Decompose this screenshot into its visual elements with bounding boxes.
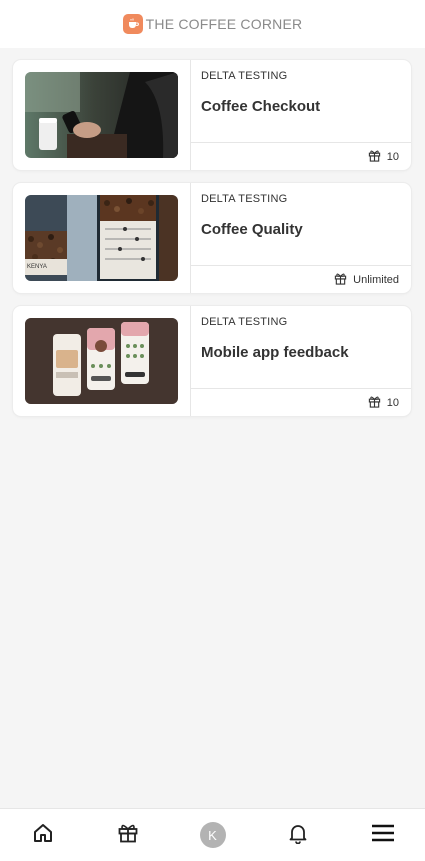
card-divider bbox=[190, 306, 191, 416]
quality-thumbnail: KENYA bbox=[25, 195, 178, 281]
brand-logo[interactable]: THE COFFEE CORNER bbox=[122, 14, 303, 34]
avatar: K bbox=[199, 822, 226, 848]
card-divider bbox=[190, 183, 191, 293]
coffee-cup-icon bbox=[122, 14, 143, 34]
feedback-thumbnail bbox=[25, 318, 178, 404]
reward-badge: Unlimited bbox=[334, 272, 399, 288]
app-header: THE COFFEE CORNER bbox=[0, 0, 425, 48]
gift-icon bbox=[368, 395, 381, 411]
card-tag: DELTA TESTING bbox=[201, 316, 288, 328]
bottom-nav: K bbox=[0, 808, 425, 861]
thumb-text: KENYA bbox=[27, 264, 47, 270]
card-meta: DELTA TESTING Coffee Checkout bbox=[201, 60, 411, 142]
card-tag: DELTA TESTING bbox=[201, 70, 288, 82]
nav-home[interactable] bbox=[23, 815, 63, 855]
gift-icon bbox=[368, 149, 381, 165]
gift-icon bbox=[117, 822, 139, 849]
reward-value: Unlimited bbox=[353, 274, 399, 286]
reward-badge: 10 bbox=[368, 395, 399, 411]
card-title[interactable]: Coffee Quality bbox=[201, 221, 303, 238]
reward-value: 10 bbox=[386, 151, 399, 163]
menu-icon bbox=[371, 822, 395, 849]
card-title[interactable]: Coffee Checkout bbox=[201, 98, 320, 115]
card-divider bbox=[191, 265, 411, 266]
card-meta: DELTA TESTING Coffee Quality bbox=[201, 183, 411, 265]
test-card-coffee-checkout[interactable]: DELTA TESTING Coffee Checkout 10 bbox=[13, 60, 411, 170]
nav-notifications[interactable] bbox=[278, 815, 318, 855]
card-divider bbox=[190, 60, 191, 170]
reward-badge: 10 bbox=[368, 149, 399, 165]
nav-rewards[interactable] bbox=[108, 815, 148, 855]
home-icon bbox=[32, 822, 54, 849]
test-card-coffee-quality[interactable]: KENYA DELTA TESTING Coffee Quality Unlim… bbox=[13, 183, 411, 293]
test-card-mobile-app-feedback[interactable]: DELTA TESTING Mobile app feedback 10 bbox=[13, 306, 411, 416]
card-meta: DELTA TESTING Mobile app feedback bbox=[201, 306, 411, 388]
bell-icon bbox=[287, 822, 309, 849]
test-list: DELTA TESTING Coffee Checkout 10 KENYA D… bbox=[13, 60, 411, 429]
nav-menu[interactable] bbox=[363, 815, 403, 855]
card-divider bbox=[191, 142, 411, 143]
gift-icon bbox=[334, 272, 347, 288]
card-title[interactable]: Mobile app feedback bbox=[201, 344, 349, 361]
card-tag: DELTA TESTING bbox=[201, 193, 288, 205]
brand-name: THE COFFEE CORNER bbox=[145, 16, 303, 32]
card-divider bbox=[191, 388, 411, 389]
checkout-thumbnail bbox=[25, 72, 178, 158]
nav-profile[interactable]: K bbox=[193, 815, 233, 855]
reward-value: 10 bbox=[386, 397, 399, 409]
